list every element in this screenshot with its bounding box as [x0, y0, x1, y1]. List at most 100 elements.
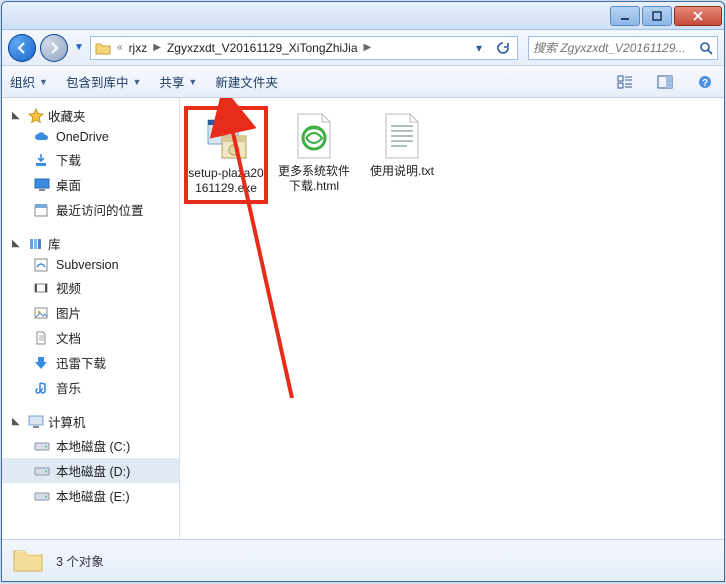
navigation-pane[interactable]: ◣ 收藏夹 OneDrive 下载 桌面: [2, 98, 180, 539]
organize-label: 组织: [10, 72, 35, 91]
view-options-button[interactable]: [614, 75, 636, 89]
chevron-down-icon: ▼: [39, 77, 48, 87]
sidebar-item-label: 本地磁盘 (E:): [56, 486, 130, 505]
include-in-library-menu[interactable]: 包含到库中 ▼: [66, 72, 141, 91]
exe-icon: [202, 114, 250, 162]
library-icon: [28, 236, 44, 252]
sidebar-item-subversion[interactable]: Subversion: [2, 255, 179, 275]
command-bar: 组织 ▼ 包含到库中 ▼ 共享 ▼ 新建文件夹 ?: [2, 66, 724, 98]
minimize-button[interactable]: [610, 6, 640, 26]
chevron-right-icon: ▶: [364, 42, 372, 53]
history-dropdown[interactable]: ▼: [72, 42, 86, 53]
status-bar: 3 个对象: [2, 539, 724, 581]
drive-icon: [34, 490, 50, 502]
drive-icon: [34, 440, 50, 452]
forward-button[interactable]: [40, 34, 68, 62]
favorites-label: 收藏夹: [48, 106, 86, 125]
computer-header[interactable]: ◣ 计算机: [2, 410, 179, 433]
include-label: 包含到库中: [66, 72, 129, 91]
back-button[interactable]: [8, 34, 36, 62]
sidebar-item-music[interactable]: 音乐: [2, 375, 179, 400]
address-dropdown-button[interactable]: ▾: [469, 38, 489, 58]
sidebar-item-onedrive[interactable]: OneDrive: [2, 127, 179, 147]
svg-text:?: ?: [702, 78, 708, 89]
picture-icon: [34, 306, 50, 320]
file-item-setup-exe[interactable]: setup-plaza20161129.exe: [186, 108, 266, 202]
sidebar-item-label: 图片: [56, 303, 81, 322]
file-item-txt[interactable]: 使用说明.txt: [362, 108, 442, 183]
folder-icon: [95, 41, 111, 55]
sidebar-item-drive-e[interactable]: 本地磁盘 (E:): [2, 483, 179, 508]
file-item-html[interactable]: 更多系统软件下载.html: [274, 108, 354, 198]
close-button[interactable]: [674, 6, 722, 26]
sidebar-item-drive-c[interactable]: 本地磁盘 (C:): [2, 433, 179, 458]
sidebar-item-label: 文档: [56, 328, 81, 347]
libraries-header[interactable]: ◣ 库: [2, 232, 179, 255]
file-label: setup-plaza20161129.exe: [188, 166, 264, 196]
search-icon: [699, 41, 713, 55]
refresh-button[interactable]: [493, 38, 513, 58]
video-icon: [34, 281, 50, 295]
help-button[interactable]: ?: [694, 75, 716, 89]
share-menu[interactable]: 共享 ▼: [159, 72, 197, 91]
html-icon: [290, 112, 338, 160]
favorites-header[interactable]: ◣ 收藏夹: [2, 104, 179, 127]
sidebar-item-pictures[interactable]: 图片: [2, 300, 179, 325]
collapse-icon: ◣: [12, 416, 24, 427]
computer-group: ◣ 计算机 本地磁盘 (C:) 本地磁盘 (D:) 本地磁盘 (E:): [2, 410, 179, 508]
sidebar-item-label: 本地磁盘 (C:): [56, 436, 130, 455]
explorer-window: ▼ « rjxz ▶ Zgyxzxdt_V20161129_XiTongZhiJ…: [1, 1, 725, 582]
txt-icon: [378, 112, 426, 160]
chevron-right-icon: ▶: [153, 42, 161, 53]
new-folder-button[interactable]: 新建文件夹: [215, 72, 278, 91]
sidebar-item-label: 最近访问的位置: [56, 200, 144, 219]
computer-label: 计算机: [48, 412, 86, 431]
sidebar-item-label: 桌面: [56, 175, 81, 194]
desktop-icon: [34, 178, 50, 192]
share-label: 共享: [159, 72, 184, 91]
recent-icon: [34, 203, 50, 217]
folder-icon: [12, 545, 44, 577]
preview-pane-button[interactable]: [654, 75, 676, 89]
sidebar-item-downloads[interactable]: 下载: [2, 147, 179, 172]
file-list-pane[interactable]: setup-plaza20161129.exe 更多系统软件下载.html: [180, 98, 724, 539]
file-label: 使用说明.txt: [370, 164, 434, 179]
main-area: ◣ 收藏夹 OneDrive 下载 桌面: [2, 98, 724, 539]
search-box[interactable]: [528, 36, 718, 60]
sidebar-item-label: 音乐: [56, 378, 81, 397]
sidebar-item-desktop[interactable]: 桌面: [2, 172, 179, 197]
sidebar-item-drive-d[interactable]: 本地磁盘 (D:): [2, 458, 179, 483]
title-bar: [2, 2, 724, 30]
download-icon: [34, 153, 50, 167]
chevron-down-icon: ▼: [188, 77, 197, 87]
computer-icon: [28, 415, 44, 429]
breadcrumb-level1[interactable]: rjxz: [129, 41, 148, 55]
sidebar-item-label: Subversion: [56, 258, 119, 272]
breadcrumb-level2[interactable]: Zgyxzxdt_V20161129_XiTongZhiJia: [167, 41, 358, 55]
sidebar-item-recent[interactable]: 最近访问的位置: [2, 197, 179, 222]
star-icon: [28, 108, 44, 124]
maximize-button[interactable]: [642, 6, 672, 26]
sidebar-item-documents[interactable]: 文档: [2, 325, 179, 350]
subversion-icon: [34, 258, 50, 272]
sidebar-item-label: 视频: [56, 278, 81, 297]
sidebar-item-xunlei[interactable]: 迅雷下载: [2, 350, 179, 375]
libraries-group: ◣ 库 Subversion 视频 图片 文档: [2, 232, 179, 400]
music-icon: [34, 381, 50, 395]
organize-menu[interactable]: 组织 ▼: [10, 72, 48, 91]
file-label: 更多系统软件下载.html: [276, 164, 352, 194]
chevron-down-icon: ▼: [132, 77, 141, 87]
download-icon: [34, 356, 50, 370]
search-input[interactable]: [533, 41, 695, 55]
favorites-group: ◣ 收藏夹 OneDrive 下载 桌面: [2, 104, 179, 222]
new-folder-label: 新建文件夹: [215, 72, 278, 91]
status-text: 3 个对象: [56, 551, 104, 570]
document-icon: [34, 331, 50, 345]
sidebar-item-videos[interactable]: 视频: [2, 275, 179, 300]
address-bar[interactable]: « rjxz ▶ Zgyxzxdt_V20161129_XiTongZhiJia…: [90, 36, 518, 60]
drive-icon: [34, 465, 50, 477]
breadcrumb-overflow[interactable]: «: [117, 42, 123, 53]
sidebar-item-label: 下载: [56, 150, 81, 169]
collapse-icon: ◣: [12, 110, 24, 121]
collapse-icon: ◣: [12, 238, 24, 249]
